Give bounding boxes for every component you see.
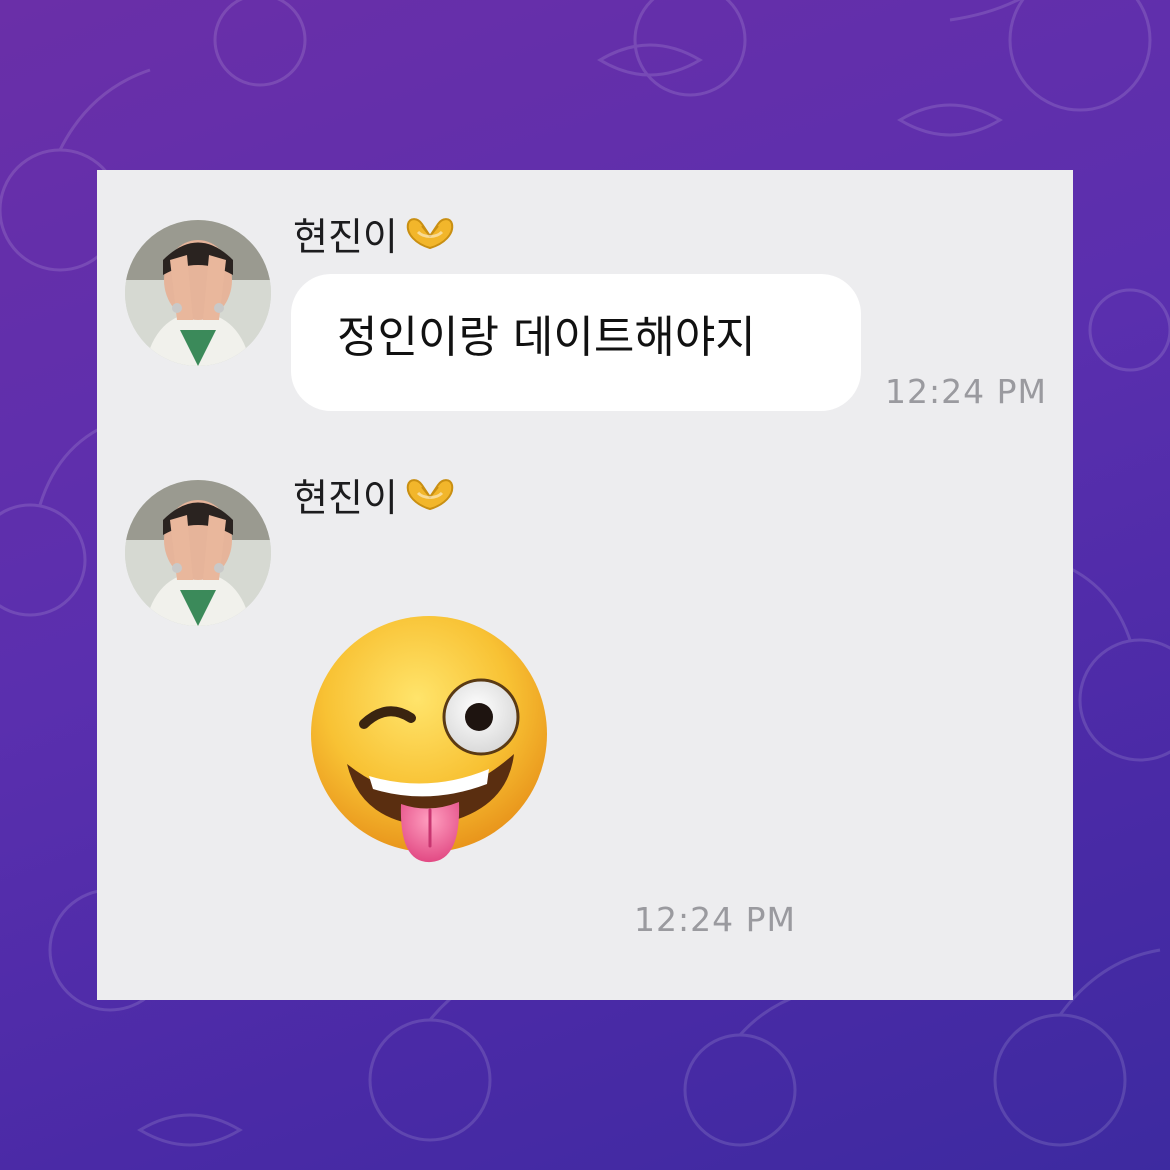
heart-hands-icon	[406, 218, 454, 250]
message-text: 정인이랑 데이트해야지	[337, 312, 756, 363]
winking-face-with-tongue-icon	[311, 616, 547, 863]
chat-card: 현진이 정인이랑 데이트해야지 12:24 PM 현진이 12:24 PM	[97, 170, 1073, 1000]
message-bubble[interactable]: 정인이랑 데이트해야지	[291, 274, 861, 411]
sender-name: 현진이	[293, 214, 458, 256]
message-time: 12:24 PM	[634, 900, 796, 939]
avatar[interactable]	[125, 480, 271, 626]
avatar-photo	[125, 220, 271, 366]
heart-hands-icon	[406, 479, 454, 511]
emoji-sticker[interactable]	[309, 614, 554, 864]
message-time: 12:24 PM	[885, 372, 1047, 411]
avatar-photo	[125, 480, 271, 626]
sender-name: 현진이	[293, 475, 458, 517]
avatar[interactable]	[125, 220, 271, 366]
